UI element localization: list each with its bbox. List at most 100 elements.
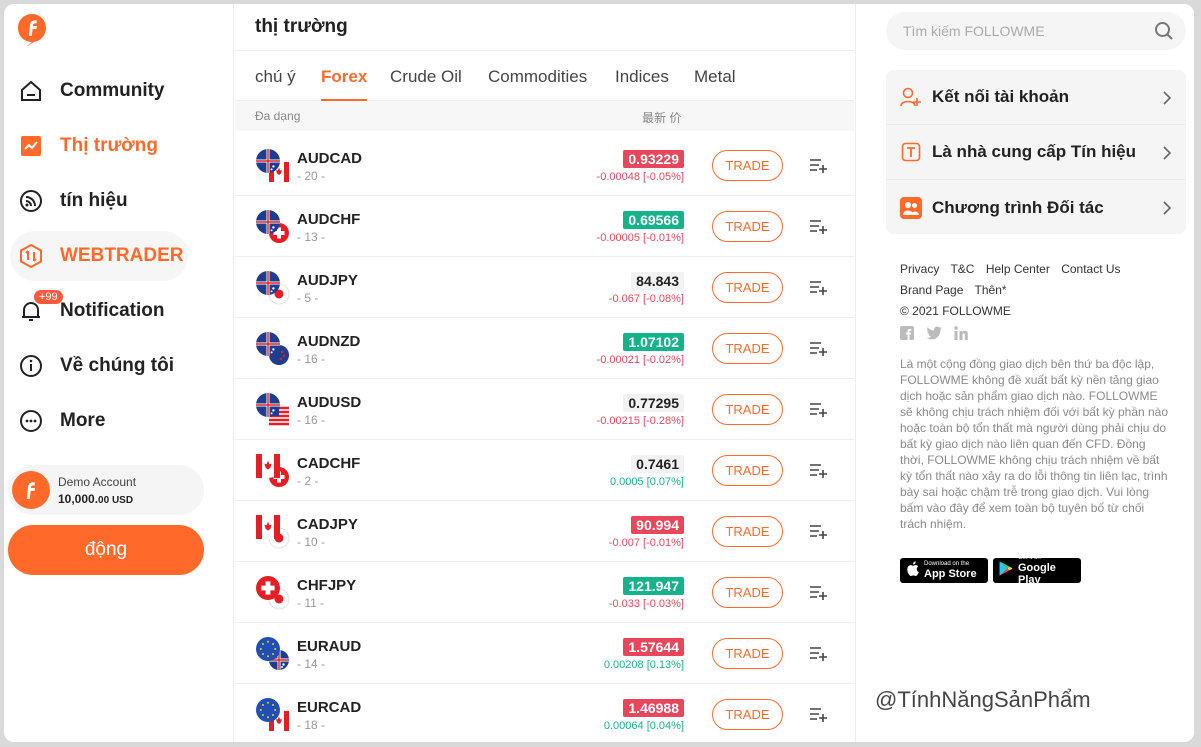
tab-watchlist[interactable]: chú ý — [255, 67, 296, 87]
column-symbol[interactable]: Đa dạng — [255, 109, 300, 123]
add-watchlist-icon[interactable] — [809, 522, 827, 540]
currency-pair-flag-icon — [256, 332, 289, 365]
add-watchlist-icon[interactable] — [809, 278, 827, 296]
symbol-name: CHFJPY — [297, 577, 357, 594]
follower-count: - 16 - — [297, 413, 326, 427]
tab-crude-oil[interactable]: Crude Oil — [390, 67, 462, 87]
tab-commodities[interactable]: Commodities — [488, 67, 587, 87]
price-change: -0.067 [-0.08%] — [608, 293, 684, 305]
sidebar-item-signal[interactable]: tín hiệu — [10, 176, 128, 226]
table-row[interactable]: AUDNZD - 16 - 1.07102 -0.00021 [-0.02%] TRAD… — [235, 318, 854, 379]
trade-button[interactable]: TRADE — [712, 333, 783, 364]
add-watchlist-icon[interactable] — [809, 339, 827, 357]
twitter-icon[interactable] — [926, 326, 942, 345]
link-more[interactable]: Thên* — [975, 283, 1007, 297]
link-brand-page[interactable]: Brand Page — [900, 283, 963, 297]
copyright: © 2021 FOLLOWME — [900, 304, 1011, 318]
link-help-center[interactable]: Help Center — [986, 262, 1050, 276]
connect-account-item[interactable]: Kết nối tài khoản — [886, 70, 1186, 125]
add-watchlist-icon[interactable] — [809, 583, 827, 601]
add-watchlist-icon[interactable] — [809, 644, 827, 662]
symbol-name: AUDCHF — [297, 211, 361, 228]
table-row[interactable]: AUDCAD - 20 - 0.93229 -0.00048 [-0.05%] TRAD… — [235, 135, 854, 196]
table-header: Đa dạng 最新 价 — [235, 101, 854, 131]
link-contact-us[interactable]: Contact Us — [1061, 262, 1120, 276]
price-change: -0.007 [-0.01%] — [608, 537, 684, 549]
facebook-icon[interactable] — [900, 326, 914, 345]
signal-provider-item[interactable]: Là nhà cung cấp Tín hiệu — [886, 125, 1186, 180]
search-icon[interactable] — [1154, 21, 1174, 41]
link-terms[interactable]: T&C — [950, 262, 974, 276]
add-watchlist-icon[interactable] — [809, 705, 827, 723]
last-price: 0.77295 — [623, 394, 684, 412]
trade-button[interactable]: TRADE — [712, 150, 783, 181]
table-row[interactable]: CHFJPY - 11 - 121.947 -0.033 [-0.03%] TRADE — [235, 562, 854, 623]
menu-label: Chương trình Đối tác — [932, 197, 1104, 217]
sidebar-item-notification[interactable]: +99 Notification — [10, 286, 165, 336]
table-row[interactable]: CADJPY - 10 - 90.994 -0.007 [-0.01%] TRADE — [235, 501, 854, 562]
add-watchlist-icon[interactable] — [809, 400, 827, 418]
last-price: 0.69566 — [623, 211, 684, 229]
currency-pair-flag-icon — [256, 576, 290, 610]
trade-button[interactable]: TRADE — [712, 699, 783, 730]
linkedin-icon[interactable] — [954, 326, 968, 345]
sidebar-item-label: Notification — [60, 300, 165, 321]
add-watchlist-icon[interactable] — [809, 156, 827, 174]
trade-button[interactable]: TRADE — [712, 516, 783, 547]
sidebar-item-community[interactable]: Community — [10, 66, 165, 116]
symbol-name: EURCAD — [297, 699, 362, 716]
price-change: -0.00215 [-0.28%] — [596, 415, 684, 427]
tab-metal[interactable]: Metal — [694, 67, 736, 87]
currency-pair-flag-icon — [256, 515, 290, 549]
column-price[interactable]: 最新 价 — [642, 109, 681, 126]
page-title: thị trường — [255, 16, 348, 37]
sidebar: Community Thị trường tín hiệu WEBTRADER … — [4, 4, 234, 742]
tab-indices[interactable]: Indices — [615, 67, 669, 87]
tab-forex[interactable]: Forex — [321, 67, 368, 101]
sidebar-item-webtrader[interactable]: WEBTRADER — [10, 231, 188, 281]
add-watchlist-icon[interactable] — [809, 461, 827, 479]
last-price: 1.07102 — [623, 333, 684, 351]
price-change: -0.033 [-0.03%] — [608, 598, 684, 610]
price-change: 0.00208 [0.13%] — [603, 659, 684, 671]
trade-button[interactable]: TRADE — [712, 577, 783, 608]
sidebar-item-label: tín hiệu — [60, 190, 128, 211]
activate-button[interactable]: động — [8, 525, 204, 575]
trade-button[interactable]: TRADE — [712, 211, 783, 242]
table-row[interactable]: AUDCHF - 13 - 0.69566 -0.00005 [-0.01%] TRAD… — [235, 196, 854, 257]
trade-button[interactable]: TRADE — [712, 272, 783, 303]
home-icon — [18, 78, 44, 104]
demo-account-card[interactable]: Demo Account 10,000.00 USD — [8, 465, 204, 515]
sidebar-item-label: Community — [60, 80, 165, 101]
trade-button[interactable]: TRADE — [712, 455, 783, 486]
table-row[interactable]: EURCAD - 18 - 1.46988 0.00064 [0.04%] TRADE — [235, 684, 854, 742]
google-play-button[interactable]: Get it on Google Play — [993, 555, 1081, 586]
market-chart-icon — [18, 133, 44, 159]
add-watchlist-icon[interactable] — [809, 217, 827, 235]
app-store-button[interactable]: Download on the App Store — [900, 558, 988, 583]
google-play-icon — [999, 561, 1013, 581]
trade-button[interactable]: TRADE — [712, 638, 783, 669]
search-input[interactable]: Tìm kiếm FOLLOWME — [886, 12, 1186, 50]
table-row[interactable]: CADCHF - 2 - 0.7461 0.0005 [0.07%] TRADE — [235, 440, 854, 501]
price-change: -0.00021 [-0.02%] — [596, 354, 684, 366]
partner-program-item[interactable]: Chương trình Đối tác — [886, 180, 1186, 235]
table-row[interactable]: AUDUSD - 16 - 0.77295 -0.00215 [-0.28%] TRAD… — [235, 379, 854, 440]
symbol-name: AUDCAD — [297, 150, 362, 167]
symbol-name: EURAUD — [297, 638, 362, 655]
sidebar-item-market[interactable]: Thị trường — [10, 121, 158, 171]
link-privacy[interactable]: Privacy — [900, 262, 939, 276]
table-row[interactable]: AUDJPY - 5 - 84.843 -0.067 [-0.08%] TRADE — [235, 257, 854, 318]
partner-icon — [900, 196, 922, 219]
sidebar-item-about[interactable]: Về chúng tôi — [10, 341, 174, 391]
footer-links: Privacy T&C Help Center Contact Us Brand… — [900, 259, 1170, 322]
account-name: Demo Account — [58, 474, 137, 489]
trade-button[interactable]: TRADE — [712, 394, 783, 425]
sidebar-item-more[interactable]: More — [10, 396, 105, 446]
disclaimer-text[interactable]: Là một cộng đồng giao dịch bên thứ ba độ… — [900, 356, 1170, 532]
symbol-name: CADCHF — [297, 455, 361, 472]
follower-count: - 14 - — [297, 657, 326, 671]
table-row[interactable]: EURAUD - 14 - 1.57644 0.00208 [0.13%] TRADE — [235, 623, 854, 684]
followme-logo-icon[interactable] — [16, 12, 48, 48]
add-user-icon — [900, 86, 922, 108]
